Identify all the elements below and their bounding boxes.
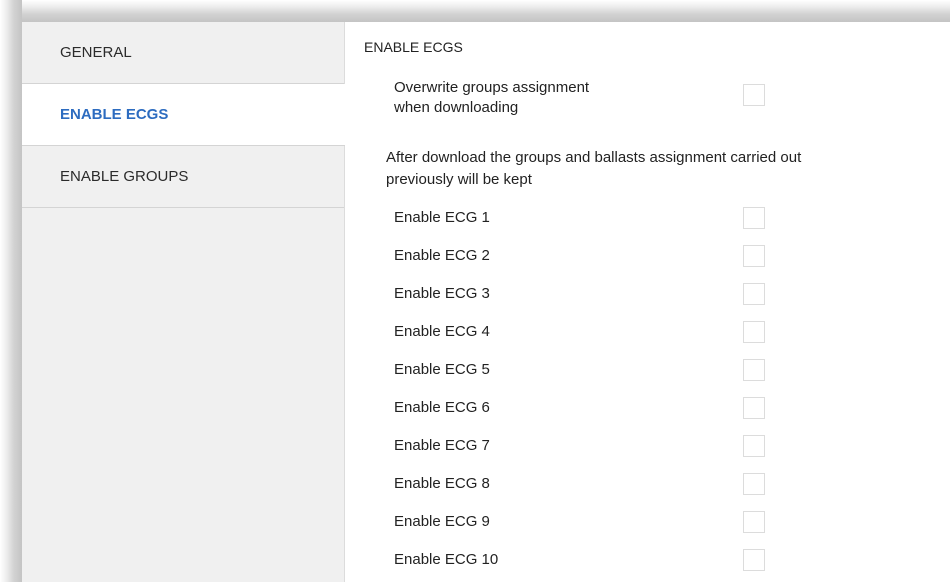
ecg-6-checkbox[interactable] (743, 397, 765, 419)
ecg-row-4: Enable ECG 4 (344, 313, 950, 351)
sidebar-item-enable-ecgs[interactable]: ENABLE ECGS (22, 84, 345, 146)
ecg-row-10: Enable ECG 10 (344, 541, 950, 579)
info-line-1: After download the groups and ballasts a… (386, 149, 802, 166)
ecg-5-checkbox[interactable] (743, 359, 765, 381)
sidebar: GENERAL ENABLE ECGS ENABLE GROUPS (22, 22, 345, 582)
ecg-3-label: Enable ECG 3 (394, 285, 490, 302)
ecg-4-label: Enable ECG 4 (394, 323, 490, 340)
ecg-row-9: Enable ECG 9 (344, 503, 950, 541)
ecg-8-checkbox[interactable] (743, 473, 765, 495)
ecg-5-label: Enable ECG 5 (394, 361, 490, 378)
window-shadow-top (0, 0, 950, 22)
overwrite-label-line-2: when downloading (394, 99, 519, 116)
overwrite-label-line-1: Overwrite groups assignment (394, 79, 590, 96)
parameters-window: GENERAL ENABLE ECGS ENABLE GROUPS ENABLE… (22, 22, 950, 582)
ecg-2-checkbox[interactable] (743, 245, 765, 267)
ecg-10-label: Enable ECG 10 (394, 551, 499, 568)
info-text: After download the groups and ballasts a… (386, 147, 946, 191)
ecg-3-checkbox[interactable] (743, 283, 765, 305)
ecg-row-2: Enable ECG 2 (344, 237, 950, 275)
sidebar-item-general[interactable]: GENERAL (22, 22, 344, 84)
info-line-2: previously will be kept (386, 171, 532, 188)
ecg-row-6: Enable ECG 6 (344, 389, 950, 427)
ecg-4-checkbox[interactable] (743, 321, 765, 343)
overwrite-groups-checkbox[interactable] (743, 84, 765, 106)
ecg-1-checkbox[interactable] (743, 207, 765, 229)
ecg-9-label: Enable ECG 9 (394, 513, 490, 530)
sidebar-item-enable-groups[interactable]: ENABLE GROUPS (22, 146, 344, 208)
ecg-row-1: Enable ECG 1 (344, 199, 950, 237)
section-title: ENABLE ECGS (364, 39, 463, 55)
overwrite-groups-label: Overwrite groups assignment when downloa… (394, 78, 684, 118)
ecg-10-checkbox[interactable] (743, 549, 765, 571)
window-shadow-left (0, 0, 22, 582)
ecg-row-8: Enable ECG 8 (344, 465, 950, 503)
ecg-6-label: Enable ECG 6 (394, 399, 490, 416)
ecg-8-label: Enable ECG 8 (394, 475, 490, 492)
ecg-row-5: Enable ECG 5 (344, 351, 950, 389)
ecg-row-7: Enable ECG 7 (344, 427, 950, 465)
ecg-1-label: Enable ECG 1 (394, 209, 490, 226)
ecg-7-checkbox[interactable] (743, 435, 765, 457)
ecg-9-checkbox[interactable] (743, 511, 765, 533)
ecg-row-3: Enable ECG 3 (344, 275, 950, 313)
ecg-7-label: Enable ECG 7 (394, 437, 490, 454)
main-panel: ENABLE ECGS Overwrite groups assignment … (344, 22, 950, 582)
ecg-2-label: Enable ECG 2 (394, 247, 490, 264)
